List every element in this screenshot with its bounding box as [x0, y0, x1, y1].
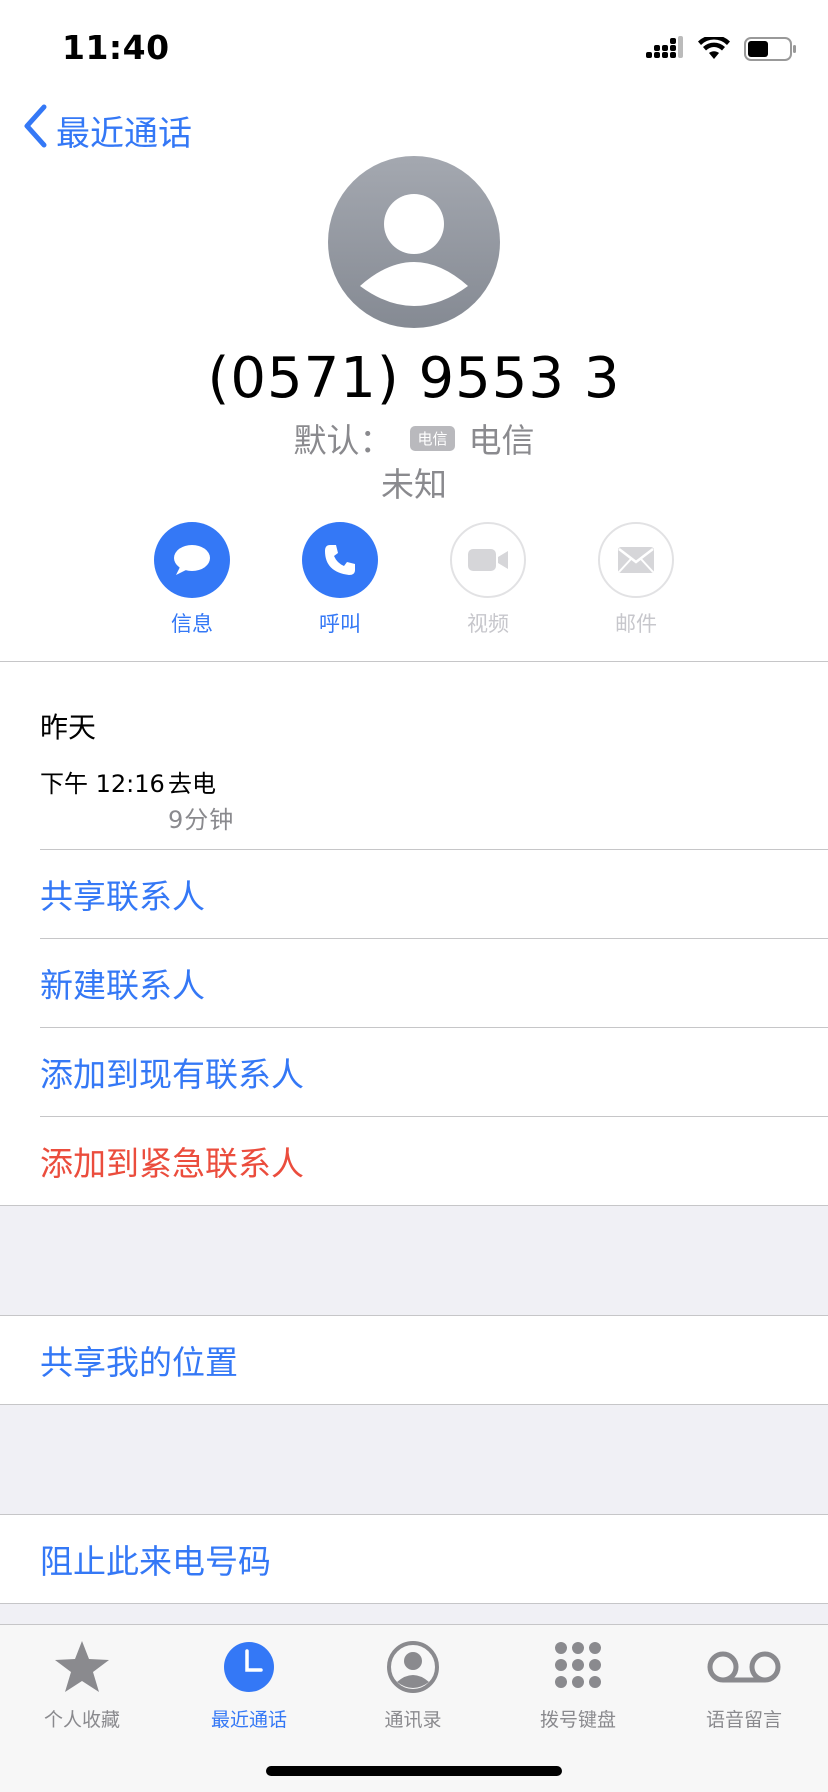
sim-badge: 电信 [410, 425, 455, 451]
cellular-signal-icon [646, 36, 684, 66]
message-label: 信息 [171, 612, 213, 636]
keypad-icon [508, 1635, 648, 1699]
tab-voicemail-label: 语音留言 [705, 1709, 782, 1731]
chevron-left-icon [22, 104, 56, 157]
call-history-day: 昨天 [40, 711, 97, 744]
add-to-emergency-contact-button[interactable]: 添加到紧急联系人 [0, 1117, 828, 1205]
voicemail-icon [674, 1635, 814, 1699]
back-button[interactable]: 最近通话 [22, 104, 192, 157]
tab-contacts-label: 通讯录 [384, 1709, 442, 1731]
mail-label: 邮件 [615, 612, 657, 636]
tab-voicemail[interactable]: 语音留言 [674, 1635, 814, 1732]
status-bar: 11:40 [0, 0, 828, 96]
block-caller-label: 阻止此来电号码 [40, 1542, 271, 1581]
add-to-existing-contact-button[interactable]: 添加到现有联系人 [0, 1028, 828, 1116]
mail-button[interactable]: 邮件 [598, 522, 674, 638]
call-button[interactable]: 呼叫 [302, 522, 378, 638]
share-contact-label: 共享联系人 [40, 877, 205, 916]
new-contact-button[interactable]: 新建联系人 [0, 939, 828, 1027]
person-circle-icon [343, 1635, 483, 1699]
default-label: 默认： [293, 421, 393, 460]
divider [0, 661, 828, 662]
contact-avatar [328, 156, 500, 328]
share-location-label: 共享我的位置 [40, 1343, 238, 1382]
clock-icon [179, 1635, 319, 1699]
section-spacer [0, 1404, 828, 1515]
call-type: 去电 [168, 770, 216, 798]
add-to-existing-contact-label: 添加到现有联系人 [40, 1055, 304, 1094]
section-spacer [0, 1603, 828, 1624]
tab-keypad-label: 拨号键盘 [539, 1709, 616, 1731]
carrier-name: 电信 [468, 421, 535, 460]
video-label: 视频 [467, 612, 509, 636]
tab-keypad[interactable]: 拨号键盘 [508, 1635, 648, 1732]
message-button[interactable]: 信息 [154, 522, 230, 638]
default-line: 默认： 电信 电信 [0, 414, 828, 462]
tab-favorites[interactable]: 个人收藏 [12, 1635, 152, 1732]
section-spacer [0, 1205, 828, 1316]
star-icon [12, 1635, 152, 1699]
status-time: 11:40 [62, 28, 170, 67]
status-icons [646, 35, 798, 66]
video-button[interactable]: 视频 [450, 522, 526, 638]
home-indicator [266, 1766, 562, 1776]
mail-icon [598, 522, 674, 598]
tab-favorites-label: 个人收藏 [43, 1709, 120, 1731]
number-label: 未知 [381, 465, 447, 504]
tab-contacts[interactable]: 通讯录 [343, 1635, 483, 1732]
share-contact-button[interactable]: 共享联系人 [0, 850, 828, 938]
call-time: 下午 12:16 [40, 770, 165, 798]
tab-recents[interactable]: 最近通话 [179, 1635, 319, 1732]
wifi-icon [698, 35, 730, 65]
new-contact-label: 新建联系人 [40, 966, 205, 1005]
video-icon [450, 522, 526, 598]
tab-recents-label: 最近通话 [210, 1709, 287, 1731]
call-duration: 9分钟 [168, 806, 235, 834]
block-caller-button[interactable]: 阻止此来电号码 [0, 1515, 828, 1603]
phone-icon [302, 522, 378, 598]
phone-number: (0571) 9553 3 [207, 346, 621, 411]
share-location-button[interactable]: 共享我的位置 [0, 1316, 828, 1404]
add-to-emergency-contact-label: 添加到紧急联系人 [40, 1144, 304, 1183]
back-label: 最近通话 [56, 114, 192, 154]
message-icon [154, 522, 230, 598]
call-label: 呼叫 [319, 612, 361, 636]
battery-icon [744, 36, 798, 66]
